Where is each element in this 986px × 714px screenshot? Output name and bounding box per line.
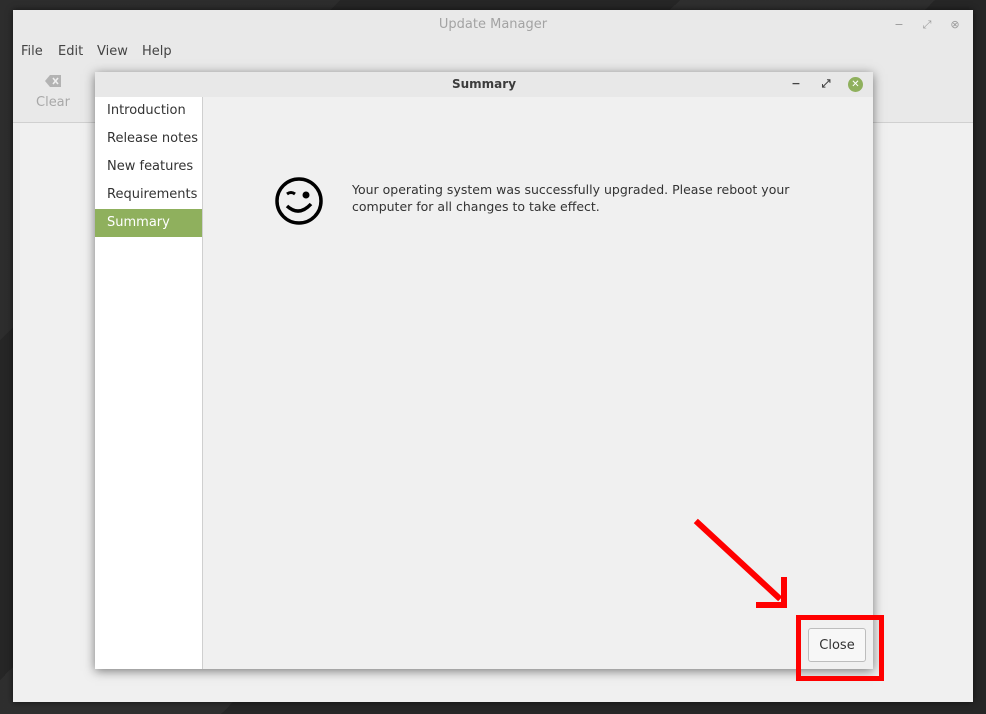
annotation-highlight-box xyxy=(796,615,884,681)
menubar: File Edit View Help xyxy=(13,40,973,66)
annotation-arrow xyxy=(693,518,787,608)
dialog-titlebar: Summary − ⤢ ✕ xyxy=(95,72,873,97)
sidebar-item-introduction[interactable]: Introduction xyxy=(95,97,202,125)
sidebar-item-summary[interactable]: Summary xyxy=(95,209,202,237)
clear-icon xyxy=(45,75,61,87)
menu-edit[interactable]: Edit xyxy=(58,44,83,59)
sidebar-item-release-notes[interactable]: Release notes xyxy=(95,125,202,153)
main-titlebar: Update Manager − ⤢ ⊗ xyxy=(13,10,973,40)
dialog-maximize-icon[interactable]: ⤢ xyxy=(818,76,834,92)
sidebar-item-new-features[interactable]: New features xyxy=(95,153,202,181)
window-title: Update Manager xyxy=(438,17,548,32)
dialog-sidebar: Introduction Release notes New features … xyxy=(95,97,203,669)
maximize-icon[interactable]: ⤢ xyxy=(919,17,935,33)
winking-smiley-icon xyxy=(275,177,323,225)
dialog-minimize-icon[interactable]: − xyxy=(788,76,804,92)
dialog-close-icon[interactable]: ✕ xyxy=(848,77,863,92)
success-message: Your operating system was successfully u… xyxy=(352,182,790,214)
clear-label: Clear xyxy=(36,95,70,110)
menu-help[interactable]: Help xyxy=(142,44,172,59)
sidebar-item-requirements[interactable]: Requirements xyxy=(95,181,202,209)
minimize-icon[interactable]: − xyxy=(891,17,907,33)
menu-file[interactable]: File xyxy=(21,44,43,59)
menu-view[interactable]: View xyxy=(97,44,128,59)
dialog-title: Summary xyxy=(451,77,517,91)
clear-button[interactable]: Clear xyxy=(31,72,75,110)
close-icon[interactable]: ⊗ xyxy=(947,17,963,33)
